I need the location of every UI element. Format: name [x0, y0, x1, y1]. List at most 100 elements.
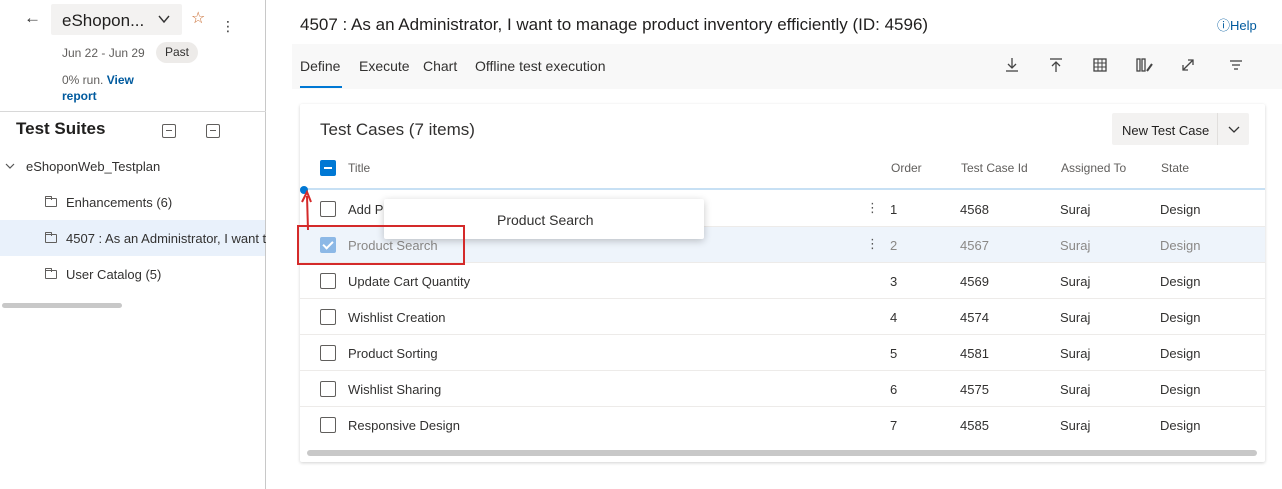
cell-id: 4574	[960, 310, 989, 325]
test-cases-card: Test Cases (7 items) New Test Case Title…	[300, 104, 1265, 462]
arrow-left-icon[interactable]: ←	[24, 8, 41, 28]
plan-name: eShopon...	[62, 11, 145, 30]
download-icon[interactable]	[1003, 56, 1021, 74]
new-test-case-label: New Test Case	[1122, 123, 1210, 138]
page-title: 4507 : As an Administrator, I want to ma…	[300, 15, 929, 34]
row-checkbox[interactable]	[320, 201, 336, 217]
cell-state: Design	[1160, 202, 1201, 217]
upload-icon[interactable]	[1047, 56, 1065, 74]
suite-root[interactable]: eShoponWeb_Testplan	[0, 148, 265, 184]
cell-assigned: Suraj	[1060, 238, 1091, 253]
cell-state: Design	[1160, 238, 1201, 253]
arrow-up-icon	[301, 189, 312, 231]
column-header-state[interactable]: State	[1161, 161, 1189, 175]
table-row[interactable]: Wishlist Creation 4 4574 Suraj Design	[300, 299, 1265, 335]
test-cases-title: Test Cases (7 items)	[320, 120, 475, 139]
expand-icon[interactable]	[1179, 56, 1197, 74]
cell-order: 2	[890, 238, 898, 253]
new-test-case-button[interactable]: New Test Case	[1112, 113, 1249, 145]
table-row[interactable]: Update Cart Quantity 3 4569 Suraj Design	[300, 263, 1265, 299]
row-checkbox[interactable]	[320, 273, 336, 289]
run-progress: 0% run. View	[62, 73, 134, 87]
cell-id: 4568	[960, 202, 989, 217]
help-label: Help	[1230, 18, 1257, 33]
chevron-down-icon[interactable]	[1227, 122, 1241, 136]
suite-item-label: User Catalog (5)	[66, 267, 162, 282]
table-row[interactable]: Wishlist Sharing 6 4575 Suraj Design	[300, 371, 1265, 407]
tab-execute[interactable]: Execute	[359, 58, 410, 74]
left-pane: ← eShopon... ☆ ⋮ Jun 22 - Jun 29 Past 0%…	[0, 0, 266, 489]
cell-id: 4569	[960, 274, 989, 289]
suite-item-enhancements[interactable]: Enhancements (6)	[0, 184, 265, 220]
filter-icon[interactable]	[1227, 56, 1245, 74]
cell-state: Design	[1160, 346, 1201, 361]
cell-title: Product Sorting	[348, 346, 438, 361]
tab-offline-test-execution[interactable]: Offline test execution	[475, 58, 605, 74]
table-row[interactable]: Responsive Design 7 4585 Suraj Design	[300, 407, 1265, 443]
cell-id: 4567	[960, 238, 989, 253]
cell-order: 7	[890, 418, 898, 433]
cell-order: 4	[890, 310, 898, 325]
column-header-order[interactable]: Order	[891, 161, 922, 175]
row-checkbox[interactable]	[320, 417, 336, 433]
cell-title: Responsive Design	[348, 418, 461, 433]
cell-assigned: Suraj	[1060, 382, 1091, 397]
cell-assigned: Suraj	[1060, 202, 1091, 217]
column-header-assigned-to[interactable]: Assigned To	[1061, 161, 1126, 175]
cell-id: 4575	[960, 382, 989, 397]
help-link[interactable]: ⓘHelp	[1217, 15, 1257, 34]
folder-icon	[45, 268, 57, 279]
column-header-title[interactable]: Title	[348, 161, 370, 175]
chevron-down-icon[interactable]	[155, 10, 173, 28]
cell-order: 5	[890, 346, 898, 361]
column-header-test-case-id[interactable]: Test Case Id	[961, 161, 1028, 175]
tab-chart[interactable]: Chart	[423, 58, 457, 74]
suite-root-label: eShoponWeb_Testplan	[26, 159, 161, 174]
cell-title: Update Cart Quantity	[348, 274, 471, 289]
cell-assigned: Suraj	[1060, 418, 1091, 433]
requirement-suite-icon	[45, 232, 57, 243]
suite-item-4507[interactable]: 4507 : As an Administrator, I want t	[0, 220, 266, 256]
horizontal-scrollbar[interactable]	[307, 450, 1257, 456]
chevron-down-icon[interactable]	[4, 160, 16, 172]
cell-title: Wishlist Creation	[348, 310, 446, 325]
more-options-icon[interactable]: ⋮	[866, 236, 879, 252]
cell-state: Design	[1160, 310, 1201, 325]
tab-define[interactable]: Define	[300, 58, 340, 74]
row-checkbox[interactable]	[320, 309, 336, 325]
more-options-icon[interactable]: ⋮	[866, 200, 879, 216]
cell-state: Design	[1160, 418, 1201, 433]
cell-id: 4581	[960, 346, 989, 361]
cell-title: Add P	[348, 202, 384, 217]
cell-order: 1	[890, 202, 898, 217]
view-report-link[interactable]: View	[107, 73, 134, 87]
horizontal-scrollbar[interactable]	[2, 303, 122, 308]
button-divider	[1217, 113, 1218, 145]
cell-id: 4585	[960, 418, 989, 433]
requirement-suite-icon	[45, 196, 57, 207]
main-pane: 4507 : As an Administrator, I want to ma…	[267, 0, 1282, 489]
cell-order: 6	[890, 382, 898, 397]
row-checkbox[interactable]	[320, 381, 336, 397]
suite-item-user-catalog[interactable]: User Catalog (5)	[0, 256, 265, 292]
collapse-all-icon[interactable]	[206, 124, 220, 138]
grid-icon[interactable]	[1091, 56, 1109, 74]
more-options-icon[interactable]: ⋮	[221, 18, 235, 35]
cell-assigned: Suraj	[1060, 274, 1091, 289]
active-tab-indicator	[300, 86, 342, 88]
status-badge: Past	[156, 42, 199, 63]
star-icon[interactable]: ☆	[191, 8, 205, 28]
cell-assigned: Suraj	[1060, 346, 1091, 361]
table-row[interactable]: Product Sorting 5 4581 Suraj Design	[300, 335, 1265, 371]
column-options-icon[interactable]	[1135, 56, 1153, 74]
test-suites-title: Test Suites	[16, 119, 106, 138]
add-suite-icon[interactable]	[162, 124, 176, 138]
row-checkbox[interactable]	[320, 345, 336, 361]
view-report-link-line2[interactable]: report	[62, 89, 97, 103]
select-all-checkbox[interactable]	[320, 160, 336, 176]
cell-order: 3	[890, 274, 898, 289]
cell-title: Wishlist Sharing	[348, 382, 442, 397]
drag-preview-label: Product Search	[497, 212, 594, 228]
cell-assigned: Suraj	[1060, 310, 1091, 325]
help-icon: ⓘ	[1217, 18, 1231, 33]
